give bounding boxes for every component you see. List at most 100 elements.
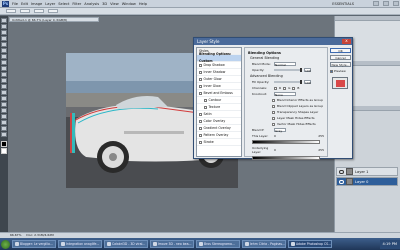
menu-filter[interactable]: Filter xyxy=(72,2,81,6)
3d-tool-icon[interactable] xyxy=(1,120,7,125)
this-layer-label: This Layer: xyxy=(252,134,269,138)
menu-help[interactable]: Help xyxy=(139,2,147,6)
dialog-titlebar[interactable]: Layer Style X xyxy=(194,38,352,45)
menu-file[interactable]: File xyxy=(12,2,18,6)
start-button[interactable] xyxy=(1,239,10,249)
taskbar-item[interactable]: Integration anaglife... xyxy=(58,240,102,248)
style-checkbox[interactable] xyxy=(199,77,202,81)
style-checkbox[interactable] xyxy=(199,140,202,144)
style-checkbox[interactable] xyxy=(199,84,202,88)
menu-select[interactable]: Select xyxy=(58,2,69,6)
quick-select-tool-icon[interactable] xyxy=(1,36,7,41)
fill-opacity-input[interactable]: 100 xyxy=(304,80,311,85)
fill-opacity-slider[interactable] xyxy=(274,80,302,84)
zoom-level[interactable]: 66.67% xyxy=(10,233,21,237)
adv-option-checkbox[interactable] xyxy=(272,116,275,120)
visibility-eye-icon[interactable] xyxy=(339,169,344,174)
style-checkbox[interactable] xyxy=(199,112,202,116)
menu-image[interactable]: Image xyxy=(31,2,42,6)
crop-tool-icon[interactable] xyxy=(1,42,7,47)
taskbar-item-photoshop[interactable]: Adobe Photoshop CS... xyxy=(288,240,332,248)
layer-row-0[interactable]: Layer 0 xyxy=(336,177,398,186)
style-checkbox[interactable] xyxy=(199,63,202,67)
pen-tool-icon[interactable] xyxy=(1,96,7,101)
blend-mode-select[interactable]: Normal xyxy=(274,62,296,67)
eraser-tool-icon[interactable] xyxy=(1,78,7,83)
style-label: Gradient Overlay xyxy=(203,125,231,130)
gradient-tool-icon[interactable] xyxy=(1,84,7,89)
clock[interactable]: 4:19 PM xyxy=(383,242,397,246)
taskbar-item[interactable]: Calabri3D - 3D viral... xyxy=(104,240,148,248)
brush-tool-icon[interactable] xyxy=(1,60,7,65)
foreground-color-swatch[interactable] xyxy=(1,141,7,147)
preview-checkbox[interactable] xyxy=(330,69,333,73)
underlying-layer-gradient-slider[interactable] xyxy=(252,156,320,160)
taskbar-item[interactable]: Blogger: Le vergilio... xyxy=(12,240,56,248)
menu-3d[interactable]: 3D xyxy=(102,2,107,6)
taskbar-item-label: Iehm Citria - Paginas... xyxy=(250,241,285,246)
type-tool-icon[interactable] xyxy=(1,102,7,107)
cancel-button[interactable]: Cancel xyxy=(330,55,351,60)
style-stroke[interactable]: Stroke xyxy=(197,139,241,146)
opacity-slider[interactable] xyxy=(274,68,302,72)
window-close-button[interactable] xyxy=(393,1,399,6)
menu-edit[interactable]: Edit xyxy=(21,2,28,6)
lasso-tool-icon[interactable] xyxy=(1,30,7,35)
eyedropper-tool-icon[interactable] xyxy=(1,48,7,53)
zoom-tool-icon[interactable] xyxy=(1,132,7,137)
menu-analysis[interactable]: Analysis xyxy=(84,2,99,6)
preview-option[interactable]: Preview xyxy=(330,69,351,73)
channel-b-checkbox[interactable] xyxy=(292,86,296,90)
blend-if-select[interactable]: Gray xyxy=(274,128,286,133)
adv-option-checkbox[interactable] xyxy=(272,98,275,102)
move-tool-icon[interactable] xyxy=(1,18,7,23)
option-control[interactable] xyxy=(34,9,44,13)
knockout-select[interactable]: None xyxy=(274,92,296,97)
opacity-input[interactable]: 100 xyxy=(304,68,311,73)
tool-preset-picker[interactable] xyxy=(6,9,16,13)
option-control[interactable] xyxy=(20,9,30,13)
workspace-switcher[interactable]: ESSENTIALS xyxy=(332,2,354,6)
healing-tool-icon[interactable] xyxy=(1,54,7,59)
style-checkbox[interactable] xyxy=(204,98,207,102)
style-checkbox[interactable] xyxy=(199,133,202,137)
shape-tool-icon[interactable] xyxy=(1,114,7,119)
channel-g-checkbox[interactable] xyxy=(283,86,287,90)
adv-option-checkbox[interactable] xyxy=(272,110,275,114)
style-checkbox[interactable] xyxy=(199,126,202,130)
minimize-button[interactable] xyxy=(373,1,379,6)
adv-option-checkbox[interactable] xyxy=(272,104,275,108)
ok-button[interactable]: OK xyxy=(330,48,351,53)
knockout-label: Knockout: xyxy=(252,92,267,96)
channel-r-checkbox[interactable] xyxy=(274,86,277,90)
this-layer-gradient-slider[interactable] xyxy=(252,140,320,144)
dialog-close-button[interactable]: X xyxy=(342,39,351,44)
background-color-swatch[interactable] xyxy=(1,148,7,154)
document-tab[interactable]: Untitled-1 @ 66.7% (Layer 0, RGB/8) xyxy=(9,17,99,22)
style-checkbox[interactable] xyxy=(199,91,202,95)
adv-option-label: Blend Interior Effects as Group xyxy=(277,98,324,102)
taskbar-item[interactable]: Imove 3D - neo bea... xyxy=(150,240,194,248)
taskbar-item[interactable]: Bros Stereograma... xyxy=(196,240,240,248)
visibility-eye-icon[interactable] xyxy=(339,179,344,184)
style-checkbox[interactable] xyxy=(199,119,202,123)
option-control[interactable] xyxy=(48,9,58,13)
dodge-tool-icon[interactable] xyxy=(1,90,7,95)
history-brush-tool-icon[interactable] xyxy=(1,72,7,77)
marquee-tool-icon[interactable] xyxy=(1,24,7,29)
menu-layer[interactable]: Layer xyxy=(45,2,55,6)
style-label: Pattern Overlay xyxy=(203,132,229,137)
taskbar-item[interactable]: Iehm Citria - Paginas... xyxy=(242,240,286,248)
styles-list: Styles Blending Options: Custom Drop Sha… xyxy=(196,47,242,157)
clone-stamp-tool-icon[interactable] xyxy=(1,66,7,71)
layer-row-1[interactable]: Layer 1 xyxy=(336,167,398,176)
path-select-tool-icon[interactable] xyxy=(1,108,7,113)
menu-window[interactable]: Window xyxy=(122,2,136,6)
hand-tool-icon[interactable] xyxy=(1,126,7,131)
menu-view[interactable]: View xyxy=(110,2,119,6)
style-checkbox[interactable] xyxy=(204,105,207,109)
maximize-button[interactable] xyxy=(383,1,389,6)
style-checkbox[interactable] xyxy=(199,70,202,74)
new-style-button[interactable]: New Style... xyxy=(330,62,351,67)
adv-option-checkbox[interactable] xyxy=(272,122,275,126)
